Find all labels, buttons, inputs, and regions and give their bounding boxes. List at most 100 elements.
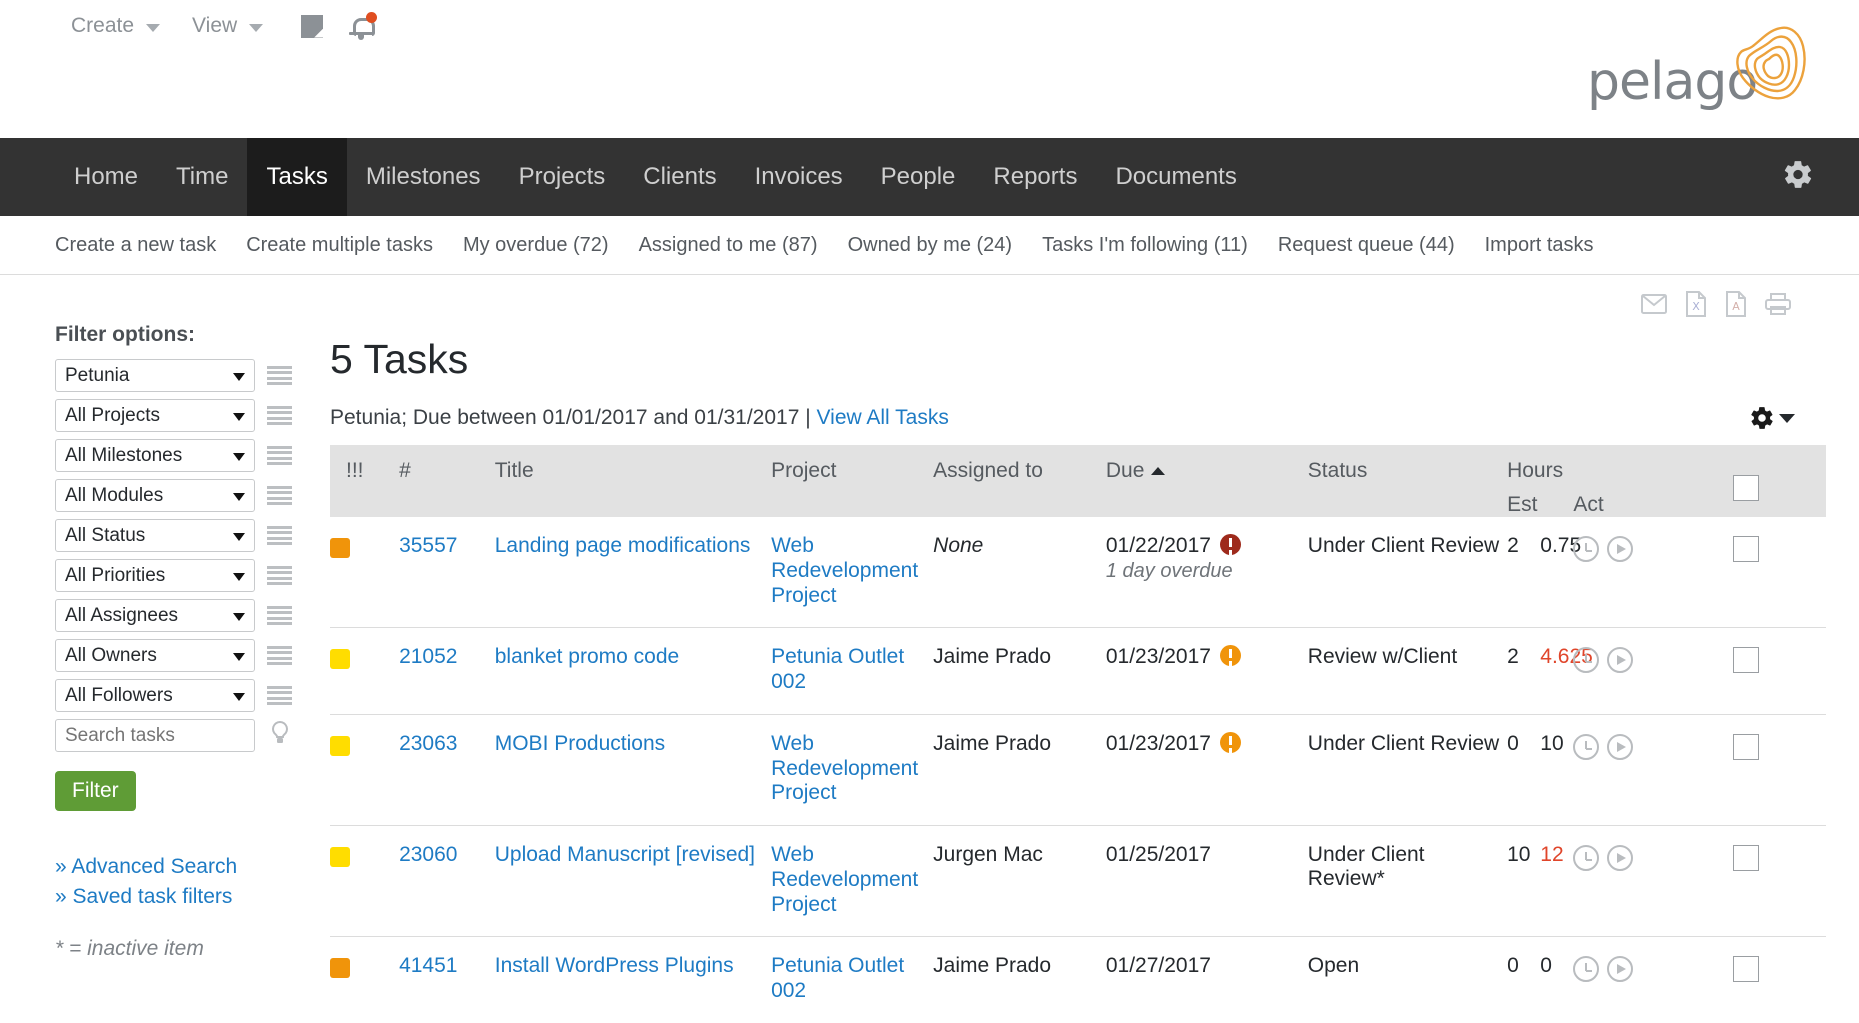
cell-act-hours: 4.625 xyxy=(1540,627,1593,715)
client-list-icon[interactable] xyxy=(267,365,292,386)
owners-list-icon[interactable] xyxy=(267,645,292,666)
subnav-import-tasks[interactable]: Import tasks xyxy=(1470,234,1609,257)
nav-item-documents[interactable]: Documents xyxy=(1096,138,1255,216)
owners-select[interactable]: All Owners xyxy=(55,639,255,672)
row-checkbox[interactable] xyxy=(1732,536,1759,562)
task-number-link[interactable]: 41451 xyxy=(399,954,457,977)
table-settings-button[interactable] xyxy=(1749,405,1795,431)
projects-select[interactable]: All Projects xyxy=(55,399,255,432)
subnav-assigned-to-me[interactable]: Assigned to me (87) xyxy=(624,234,833,257)
priority-indicator xyxy=(330,847,350,868)
header-est[interactable]: Est xyxy=(1507,493,1537,517)
project-link[interactable]: Petunia Outlet 002 xyxy=(771,645,933,695)
project-link[interactable]: Petunia Outlet 002 xyxy=(771,954,933,1004)
nav-item-people[interactable]: People xyxy=(862,138,975,216)
assignees-list-icon[interactable] xyxy=(267,605,292,626)
nav-item-clients[interactable]: Clients xyxy=(624,138,735,216)
task-title-link[interactable]: blanket promo code xyxy=(495,645,771,670)
nav-item-invoices[interactable]: Invoices xyxy=(736,138,862,216)
advanced-search-link[interactable]: » Advanced Search xyxy=(55,855,325,879)
log-time-icon[interactable] xyxy=(1573,845,1600,872)
log-time-icon[interactable] xyxy=(1573,956,1600,983)
modules-list-icon[interactable] xyxy=(267,485,292,506)
assignees-select[interactable]: All Assignees xyxy=(55,599,255,632)
nav-item-tasks[interactable]: Tasks xyxy=(247,138,347,216)
start-timer-icon[interactable] xyxy=(1607,647,1634,674)
subnav-create-a-new-task[interactable]: Create a new task xyxy=(40,234,231,257)
milestones-list-icon[interactable] xyxy=(267,445,292,466)
client-select[interactable]: Petunia xyxy=(55,359,255,392)
start-timer-icon[interactable] xyxy=(1607,845,1634,872)
email-icon[interactable] xyxy=(1641,293,1667,320)
project-link[interactable]: Web Redevelopment Project xyxy=(771,843,933,917)
start-timer-icon[interactable] xyxy=(1607,536,1634,562)
nav-item-milestones[interactable]: Milestones xyxy=(347,138,500,216)
log-time-icon[interactable] xyxy=(1573,733,1600,760)
task-title-link[interactable]: Install WordPress Plugins xyxy=(495,954,771,979)
nav-item-time[interactable]: Time xyxy=(157,138,247,216)
row-checkbox[interactable] xyxy=(1732,647,1759,674)
notifications-button[interactable] xyxy=(349,12,378,40)
log-time-icon[interactable] xyxy=(1573,536,1600,562)
project-link[interactable]: Web Redevelopment Project xyxy=(771,732,933,806)
start-timer-icon[interactable] xyxy=(1607,956,1634,983)
modules-select[interactable]: All Modules xyxy=(55,479,255,512)
header-due[interactable]: Due xyxy=(1105,445,1308,517)
header-title[interactable]: Title xyxy=(494,445,772,517)
nav-item-reports[interactable]: Reports xyxy=(974,138,1096,216)
subnav-my-overdue[interactable]: My overdue (72) xyxy=(448,234,624,257)
nav-item-projects[interactable]: Projects xyxy=(500,138,625,216)
status-list-icon[interactable] xyxy=(267,525,292,546)
nav-item-home[interactable]: Home xyxy=(55,138,157,216)
lightbulb-icon[interactable] xyxy=(269,720,291,751)
pdf-export-icon[interactable]: A xyxy=(1725,291,1747,322)
header-act[interactable]: Act xyxy=(1573,493,1603,517)
select-all-checkbox[interactable] xyxy=(1732,475,1759,501)
task-number-link[interactable]: 23060 xyxy=(399,843,457,866)
cell-select xyxy=(1732,627,1826,715)
settings-button[interactable] xyxy=(1782,159,1814,196)
row-checkbox[interactable] xyxy=(1732,845,1759,872)
log-time-icon[interactable] xyxy=(1573,647,1600,674)
priorities-select[interactable]: All Priorities xyxy=(55,559,255,592)
excel-export-icon[interactable]: X xyxy=(1685,291,1707,322)
status-select[interactable]: All Status xyxy=(55,519,255,552)
saved-task-filters-link[interactable]: » Saved task filters xyxy=(55,885,325,909)
priorities-list-icon[interactable] xyxy=(267,565,292,586)
task-title-link[interactable]: Landing page modifications xyxy=(495,534,771,559)
cell-est-hours: 10 xyxy=(1507,825,1541,938)
chevron-down-icon xyxy=(233,532,245,541)
assignee-name: Jaime Prado xyxy=(933,731,1052,755)
view-all-tasks-link[interactable]: View All Tasks xyxy=(817,406,949,429)
task-title-link[interactable]: Upload Manuscript [revised] xyxy=(495,843,771,868)
subnav-request-queue[interactable]: Request queue (44) xyxy=(1263,234,1470,257)
task-title-link[interactable]: MOBI Productions xyxy=(495,732,771,757)
header-status[interactable]: Status xyxy=(1307,445,1508,517)
search-input[interactable] xyxy=(55,719,255,752)
header-project[interactable]: Project xyxy=(771,445,934,517)
header-assigned-to[interactable]: Assigned to xyxy=(933,445,1106,517)
projects-list-icon[interactable] xyxy=(267,405,292,426)
print-icon[interactable] xyxy=(1765,292,1791,321)
task-number-link[interactable]: 35557 xyxy=(399,534,457,557)
create-menu[interactable]: Create xyxy=(55,8,176,44)
header-priority[interactable]: !!! xyxy=(330,445,400,517)
subnav-tasks-im-following[interactable]: Tasks I'm following (11) xyxy=(1027,234,1263,257)
view-menu[interactable]: View xyxy=(176,8,279,44)
followers-select[interactable]: All Followers xyxy=(55,679,255,712)
cell-title: blanket promo code xyxy=(494,627,772,715)
row-checkbox[interactable] xyxy=(1732,956,1759,983)
task-number-link[interactable]: 23063 xyxy=(399,732,457,755)
task-number-link[interactable]: 21052 xyxy=(399,645,457,668)
followers-list-icon[interactable] xyxy=(267,685,292,706)
start-timer-icon[interactable] xyxy=(1607,733,1634,760)
note-icon[interactable] xyxy=(301,14,324,38)
milestones-select[interactable]: All Milestones xyxy=(55,439,255,472)
subnav-owned-by-me[interactable]: Owned by me (24) xyxy=(833,234,1028,257)
row-checkbox[interactable] xyxy=(1732,733,1759,760)
filter-button[interactable]: Filter xyxy=(55,771,136,811)
project-link[interactable]: Web Redevelopment Project xyxy=(771,534,933,608)
header-number[interactable]: # xyxy=(399,445,495,517)
subnav-create-multiple-tasks[interactable]: Create multiple tasks xyxy=(231,234,448,257)
